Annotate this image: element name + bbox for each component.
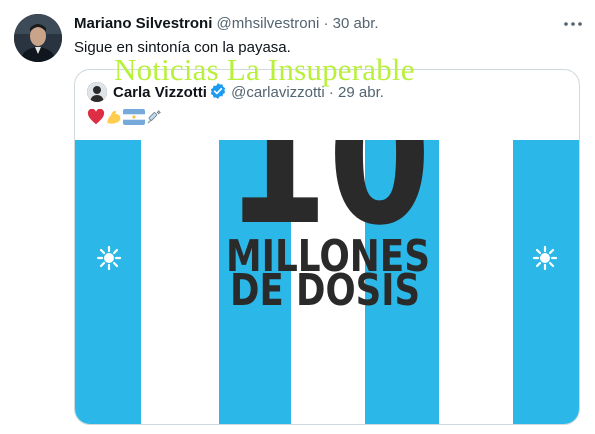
author-avatar[interactable] (14, 14, 62, 62)
quoted-avatar-image (87, 82, 107, 102)
quoted-media-image[interactable]: 10 MILLONES DE DOSIS (75, 140, 579, 424)
avatar-image (14, 14, 62, 62)
flexed-biceps-icon (105, 110, 123, 127)
tweet-date[interactable]: 30 abr. (333, 15, 379, 32)
quoted-tweet-card[interactable]: Carla Vizzotti @carlavizzotti · 29 abr. (74, 69, 580, 425)
watermark-text: Noticias La Insuperable (114, 52, 415, 87)
vaccine-doses-image: 10 MILLONES DE DOSIS (75, 140, 579, 424)
more-options-button[interactable] (561, 12, 585, 36)
tweet-header: Mariano Silvestroni @mhsilvestroni · 30 … (74, 14, 379, 34)
image-line-2: DE DOSIS (230, 265, 420, 316)
argentina-flag-icon (123, 109, 145, 127)
quoted-author-avatar[interactable] (87, 82, 107, 102)
more-icon (564, 22, 582, 26)
syringe-icon (145, 110, 163, 127)
quoted-emoji-text (87, 108, 163, 129)
sun-of-may-icon (532, 245, 558, 271)
sun-of-may-icon (96, 245, 122, 271)
header-separator: · (323, 15, 329, 32)
author-name[interactable]: Mariano Silvestroni (74, 15, 212, 32)
author-handle[interactable]: @mhsilvestroni (217, 15, 320, 32)
heart-icon (87, 108, 105, 127)
